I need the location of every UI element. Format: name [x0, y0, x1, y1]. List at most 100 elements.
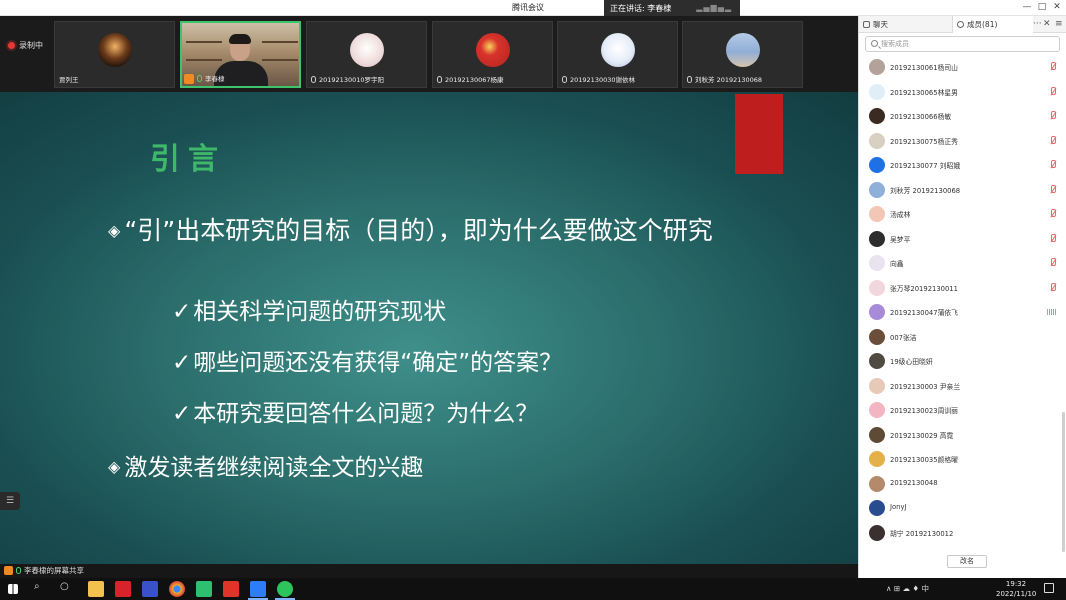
list-item[interactable]: 胡宁 20192130012 [859, 522, 1059, 546]
mic-muted-icon[interactable] [1049, 209, 1056, 218]
avatar [869, 328, 885, 345]
list-item[interactable]: 向鑫 [859, 252, 1059, 276]
member-name: 汤成林 [890, 211, 911, 219]
video-tile[interactable]: 20192130010罗宇阳 [306, 21, 427, 88]
task-view-icon[interactable]: ○ [60, 581, 69, 592]
mic-muted-icon[interactable] [1049, 184, 1056, 194]
member-name: 20192130023周训丽 [890, 407, 958, 415]
video-tile[interactable]: 贾列王 [54, 21, 175, 88]
member-list-scrollbar[interactable] [1062, 412, 1065, 552]
diamond-bullet-icon: ◈ [108, 221, 121, 240]
list-item[interactable]: 吴梦平 [859, 228, 1059, 252]
tile-name: 刘秋芳 20192130068 [695, 76, 763, 84]
start-button[interactable] [8, 584, 18, 594]
tab-chat[interactable]: 聊天 [859, 16, 953, 33]
file-explorer-icon[interactable] [88, 581, 104, 597]
close-button[interactable]: ✕ [1050, 1, 1064, 14]
tile-name-row: 刘秋芳 20192130068 [687, 74, 762, 84]
speaking-icon [1047, 309, 1056, 315]
avatar [869, 524, 885, 541]
tab-members[interactable]: 成员(81) [953, 16, 1033, 33]
video-tile[interactable]: 20192130067杨康 [432, 21, 553, 88]
mic-muted-icon[interactable] [1049, 233, 1056, 243]
host-badge-icon [184, 74, 194, 84]
clock-date: 2022/11/10 [996, 590, 1037, 598]
list-item[interactable]: 刘秋芳 20192130068 [859, 179, 1059, 203]
list-item[interactable]: 20192130075杨正秀 [859, 130, 1059, 154]
video-tile[interactable]: 刘秋芳 20192130068 [682, 21, 803, 88]
xmind-icon[interactable] [196, 581, 212, 597]
more-icon[interactable]: ··· [1033, 16, 1042, 33]
tencent-meeting-icon[interactable] [250, 581, 266, 597]
audio-wave-icon: ▂▄▆▄▂ [696, 3, 732, 12]
maximize-button[interactable]: □ [1035, 1, 1049, 14]
mic-muted-icon[interactable] [1049, 62, 1056, 71]
list-item[interactable]: 20192130065林星男 [859, 81, 1059, 105]
wechat-icon[interactable] [277, 581, 293, 597]
avatar [869, 181, 885, 198]
system-tray[interactable]: ∧ ⊞ ☁ ♦ 中 [886, 583, 929, 594]
wps-icon[interactable] [223, 581, 239, 597]
slide-title: 引言 [150, 142, 226, 177]
mic-muted-icon[interactable] [1049, 160, 1056, 169]
list-item[interactable]: 汤成林 [859, 203, 1059, 227]
slide-sub-bullet: ✓本研究要回答什么问题？为什么？ [172, 394, 538, 428]
list-item[interactable]: 20192130029 高霓 [859, 424, 1059, 448]
diamond-bullet-icon: ◈ [108, 457, 121, 476]
clock-time: 19:32 [1005, 580, 1027, 588]
chat-icon [863, 21, 870, 28]
list-item[interactable]: 张万琴20192130011 [859, 277, 1059, 301]
mic-icon [437, 75, 442, 83]
avatar [869, 132, 885, 149]
clock[interactable]: 19:32 2022/11/10 [996, 579, 1036, 599]
rename-button[interactable]: 改名 [947, 555, 987, 568]
menu-icon[interactable]: ≡ [1055, 16, 1063, 33]
tile-name-row: 20192130067杨康 [437, 74, 504, 84]
list-item[interactable]: 20192130048 [859, 473, 1059, 497]
mic-muted-icon[interactable] [1049, 86, 1056, 96]
check-icon: ✓ [172, 401, 192, 427]
minimize-button[interactable]: — [1020, 1, 1034, 14]
list-item[interactable]: 20192130023周训丽 [859, 399, 1059, 423]
list-item[interactable]: 20192130047蒲依飞 [859, 301, 1059, 325]
list-item[interactable]: 007张洁 [859, 326, 1059, 350]
avatar [869, 230, 885, 247]
member-name: 刘秋芳 20192130068 [890, 186, 961, 195]
recording-indicator[interactable]: 录制中 [8, 40, 43, 51]
mic-muted-icon[interactable] [1049, 282, 1056, 292]
search-icon[interactable]: ⌕ [34, 581, 40, 592]
search-input[interactable] [881, 38, 1056, 50]
bookshelf [186, 41, 222, 43]
list-item[interactable]: JonyJ [859, 497, 1059, 521]
red-app-icon[interactable] [115, 581, 131, 597]
mic-muted-icon[interactable] [1049, 135, 1056, 145]
member-name: 20192130065林星男 [890, 88, 958, 97]
list-item[interactable]: 20192130035颜格曜 [859, 448, 1059, 472]
video-tile[interactable]: 20192130030谢依林 [557, 21, 678, 88]
list-item[interactable]: 20192130061杨司山 [859, 56, 1059, 80]
close-panel-icon[interactable]: ✕ [1043, 16, 1051, 33]
list-item[interactable]: 19级心田晓妍 [859, 350, 1059, 374]
tile-name-row: 20192130030谢依林 [562, 74, 635, 84]
member-name: 20192130048 [890, 478, 938, 487]
list-item[interactable]: 20192130003 尹亲兰 [859, 375, 1059, 399]
shared-screen-slide: 引言 ◈ “引”出本研究的目标（目的），即为什么要做这个研究 ✓相关科学问题的研究… [0, 92, 858, 564]
avatar [476, 33, 510, 67]
sub-bullet-text: 哪些问题还没有获得“确定”的答案？ [193, 350, 563, 376]
member-name: 20192130066杨敏 [890, 113, 952, 121]
mic-muted-icon[interactable] [1049, 111, 1056, 120]
list-item[interactable]: 20192130066杨敏 [859, 105, 1059, 129]
video-tile-active-speaker[interactable]: 李春棣 [180, 21, 301, 88]
tile-name: 20192130067杨康 [445, 76, 504, 84]
avatar [726, 33, 760, 67]
slide-sub-bullet: ✓哪些问题还没有获得“确定”的答案？ [172, 343, 562, 377]
list-toggle-icon[interactable]: ☰ [0, 492, 20, 510]
notification-icon[interactable] [1044, 583, 1054, 593]
screen-share-bar: 李春棣的屏幕共享 [0, 564, 858, 578]
windows-taskbar: ⌕ ○ ∧ ⊞ ☁ ♦ 中 19:32 2022/11/10 [0, 578, 1066, 600]
en-app-icon[interactable] [142, 581, 158, 597]
mic-muted-icon[interactable] [1049, 258, 1056, 267]
chrome-icon[interactable] [169, 581, 185, 597]
member-search[interactable] [865, 36, 1060, 52]
list-item[interactable]: 20192130077 刘昭娥 [859, 154, 1059, 178]
